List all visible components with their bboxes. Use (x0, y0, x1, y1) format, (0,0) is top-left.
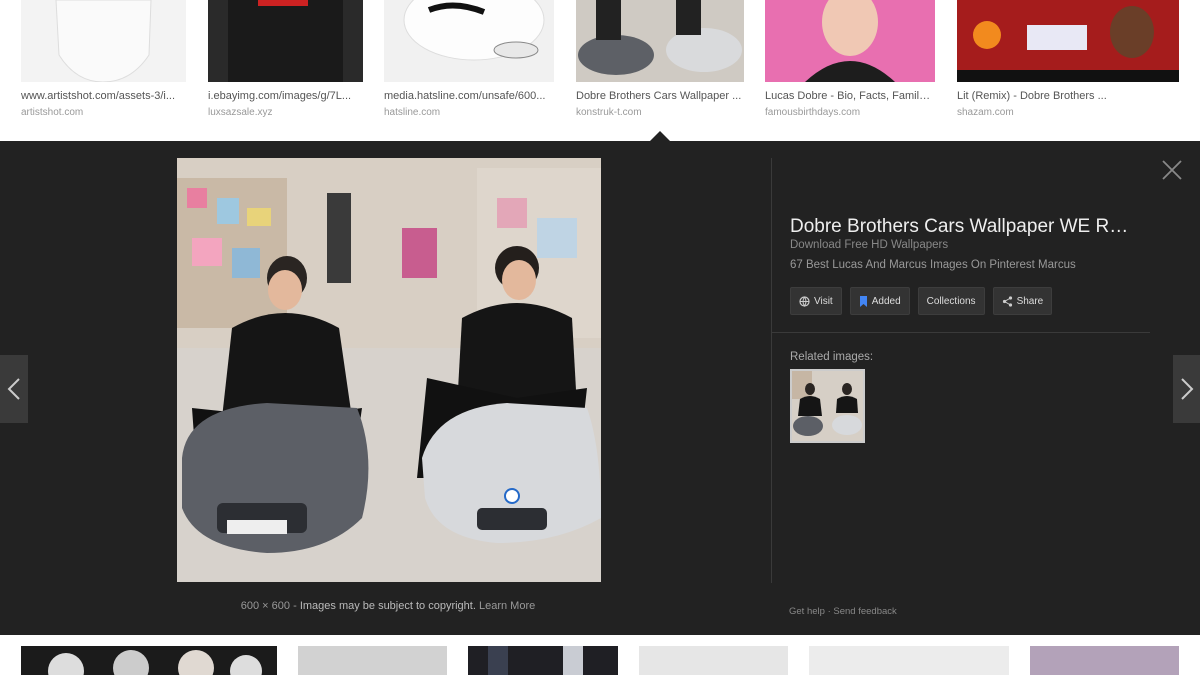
result-domain: famousbirthdays.com (765, 107, 861, 118)
preview-title[interactable]: Dobre Brothers Cars Wallpaper WE RA... (790, 216, 1135, 238)
chevron-right-icon (1180, 378, 1193, 400)
top-results-row: www.artistshot.com/assets-3/i... artists… (0, 0, 1200, 141)
image-dimensions: 600 × 600 (240, 600, 291, 612)
bookmark-icon (859, 295, 867, 307)
result-thumb-8[interactable] (298, 646, 447, 675)
result-domain: shazam.com (957, 107, 1014, 118)
result-thumb-11[interactable] (809, 646, 1009, 675)
result-image[interactable] (576, 0, 744, 82)
bottom-results-row (0, 635, 1200, 680)
result-thumb-4[interactable]: Dobre Brothers Cars Wallpaper ... konstr… (576, 0, 744, 120)
result-thumb-2[interactable]: i.ebayimg.com/images/g/7L... luxsazsale.… (208, 0, 363, 120)
related-images-label: Related images: (790, 351, 874, 363)
result-image[interactable] (21, 0, 186, 82)
get-help-link[interactable]: Get help (789, 606, 825, 617)
learn-more-link[interactable]: Learn More (479, 600, 535, 612)
share-button[interactable]: Share (992, 287, 1053, 315)
share-icon (1002, 295, 1012, 307)
related-image-thumb[interactable] (790, 369, 865, 443)
result-title[interactable]: Dobre Brothers Cars Wallpaper ... (576, 90, 744, 102)
result-domain: hatsline.com (384, 107, 441, 118)
result-thumb-1[interactable]: www.artistshot.com/assets-3/i... artists… (21, 0, 186, 120)
visit-button[interactable]: Visit (790, 287, 842, 315)
result-title[interactable]: Lucas Dobre - Bio, Facts, Family ... (765, 90, 935, 102)
added-button[interactable]: Added (849, 287, 910, 315)
result-image[interactable] (765, 0, 935, 82)
panel-divider (771, 158, 772, 583)
result-title[interactable]: www.artistshot.com/assets-3/i... (21, 90, 186, 102)
preview-subtitle[interactable]: Download Free HD Wallpapers (790, 239, 948, 251)
result-thumb-5[interactable]: Lucas Dobre - Bio, Facts, Family ... fam… (765, 0, 935, 120)
image-caption: 600 × 600 - Images may be subject to cop… (240, 600, 536, 612)
result-thumb-7[interactable] (21, 646, 277, 680)
result-thumb-3[interactable]: media.hatsline.com/unsafe/600... hatslin… (384, 0, 554, 120)
preview-description: 67 Best Lucas And Marcus Images On Pinte… (790, 259, 1076, 271)
result-title[interactable]: media.hatsline.com/unsafe/600... (384, 90, 554, 102)
result-domain: artistshot.com (21, 107, 84, 118)
result-domain: luxsazsale.xyz (208, 107, 273, 118)
close-button[interactable] (1160, 158, 1184, 182)
result-title[interactable]: Lit (Remix) - Dobre Brothers ... (957, 90, 1117, 102)
selected-pointer (650, 131, 670, 141)
previous-button[interactable] (0, 355, 28, 423)
info-divider (772, 332, 1150, 333)
help-links: Get help · Send feedback (789, 606, 897, 617)
collections-button[interactable]: Collections (917, 287, 985, 315)
chevron-left-icon (7, 378, 20, 400)
preview-image[interactable] (177, 158, 601, 582)
result-image[interactable] (208, 0, 363, 82)
result-image[interactable] (957, 0, 1179, 82)
result-title[interactable]: i.ebayimg.com/images/g/7L... (208, 90, 363, 102)
copyright-notice: Images may be subject to copyright. (299, 600, 476, 612)
close-icon (1162, 160, 1182, 180)
result-thumb-9[interactable] (468, 646, 618, 675)
next-button[interactable] (1173, 355, 1200, 423)
result-thumb-6[interactable]: Lit (Remix) - Dobre Brothers ... shazam.… (957, 0, 1179, 120)
result-thumb-10[interactable] (639, 646, 788, 675)
result-image[interactable] (384, 0, 554, 82)
preview-panel: 600 × 600 - Images may be subject to cop… (0, 141, 1200, 635)
result-domain: konstruk-t.com (576, 107, 642, 118)
result-thumb-12[interactable] (1030, 646, 1179, 675)
action-buttons: Visit Added Collections Share (790, 287, 1053, 315)
globe-icon (799, 295, 810, 307)
send-feedback-link[interactable]: Send feedback (833, 606, 896, 617)
